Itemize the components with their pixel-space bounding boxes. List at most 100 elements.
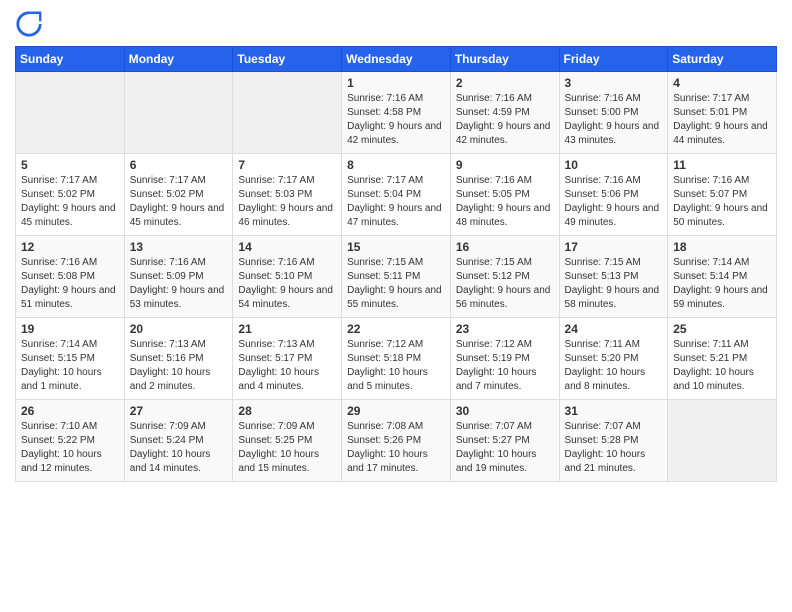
cell-details: Sunrise: 7:16 AM Sunset: 5:00 PM Dayligh… <box>565 92 663 148</box>
day-number: 10 <box>565 158 663 172</box>
day-header-wednesday: Wednesday <box>342 47 451 72</box>
cell-details: Sunrise: 7:15 AM Sunset: 5:11 PM Dayligh… <box>347 256 445 312</box>
day-header-friday: Friday <box>559 47 668 72</box>
day-number: 12 <box>21 240 119 254</box>
day-number: 13 <box>130 240 228 254</box>
cell-details: Sunrise: 7:11 AM Sunset: 5:20 PM Dayligh… <box>565 338 663 394</box>
day-number: 19 <box>21 322 119 336</box>
cell-details: Sunrise: 7:11 AM Sunset: 5:21 PM Dayligh… <box>673 338 771 394</box>
day-number: 21 <box>238 322 336 336</box>
calendar-cell: 16Sunrise: 7:15 AM Sunset: 5:12 PM Dayli… <box>450 236 559 318</box>
day-header-thursday: Thursday <box>450 47 559 72</box>
calendar-cell: 11Sunrise: 7:16 AM Sunset: 5:07 PM Dayli… <box>668 154 777 236</box>
day-header-sunday: Sunday <box>16 47 125 72</box>
calendar-cell: 21 Sunrise: 7:13 AM Sunset: 5:17 PM Dayli… <box>233 318 342 400</box>
calendar-cell: 29Sunrise: 7:08 AM Sunset: 5:26 PM Dayli… <box>342 400 451 482</box>
logo <box>15 10 47 38</box>
cell-details: Sunrise: 7:10 AM Sunset: 5:22 PM Dayligh… <box>21 420 119 476</box>
calendar-cell: 9Sunrise: 7:16 AM Sunset: 5:05 PM Daylig… <box>450 154 559 236</box>
cell-details: Sunrise: 7:13 AM Sunset: 5:17 PM Dayligh… <box>238 338 336 394</box>
cell-details: Sunrise: 7:07 AM Sunset: 5:27 PM Dayligh… <box>456 420 554 476</box>
calendar-cell: 13 Sunrise: 7:16 AM Sunset: 5:09 PM Dayli… <box>124 236 233 318</box>
calendar-week-row: 26 Sunrise: 7:10 AM Sunset: 5:22 PM Dayli… <box>16 400 777 482</box>
calendar-cell: 2 Sunrise: 7:16 AM Sunset: 4:59 PM Daylig… <box>450 72 559 154</box>
day-number: 23 <box>456 322 554 336</box>
calendar-cell: 26 Sunrise: 7:10 AM Sunset: 5:22 PM Dayli… <box>16 400 125 482</box>
calendar-cell: 14Sunrise: 7:16 AM Sunset: 5:10 PM Dayli… <box>233 236 342 318</box>
day-number: 22 <box>347 322 445 336</box>
day-number: 18 <box>673 240 771 254</box>
day-number: 30 <box>456 404 554 418</box>
calendar-cell: 24 Sunrise: 7:11 AM Sunset: 5:20 PM Dayli… <box>559 318 668 400</box>
calendar-cell: 22 Sunrise: 7:12 AM Sunset: 5:18 PM Dayli… <box>342 318 451 400</box>
calendar-cell: 30 Sunrise: 7:07 AM Sunset: 5:27 PM Dayli… <box>450 400 559 482</box>
calendar-cell <box>668 400 777 482</box>
calendar-cell: 8Sunrise: 7:17 AM Sunset: 5:04 PM Daylig… <box>342 154 451 236</box>
day-number: 27 <box>130 404 228 418</box>
day-number: 15 <box>347 240 445 254</box>
cell-details: Sunrise: 7:16 AM Sunset: 5:06 PM Dayligh… <box>565 174 663 230</box>
cell-details: Sunrise: 7:07 AM Sunset: 5:28 PM Dayligh… <box>565 420 663 476</box>
calendar-cell <box>16 72 125 154</box>
cell-details: Sunrise: 7:16 AM Sunset: 4:59 PM Dayligh… <box>456 92 554 148</box>
day-number: 17 <box>565 240 663 254</box>
cell-details: Sunrise: 7:12 AM Sunset: 5:19 PM Dayligh… <box>456 338 554 394</box>
cell-details: Sunrise: 7:15 AM Sunset: 5:12 PM Dayligh… <box>456 256 554 312</box>
cell-details: Sunrise: 7:17 AM Sunset: 5:01 PM Dayligh… <box>673 92 771 148</box>
day-number: 28 <box>238 404 336 418</box>
cell-details: Sunrise: 7:12 AM Sunset: 5:18 PM Dayligh… <box>347 338 445 394</box>
day-number: 8 <box>347 158 445 172</box>
calendar-cell: 10 Sunrise: 7:16 AM Sunset: 5:06 PM Dayli… <box>559 154 668 236</box>
calendar-cell: 7 Sunrise: 7:17 AM Sunset: 5:03 PM Daylig… <box>233 154 342 236</box>
calendar-cell: 18 Sunrise: 7:14 AM Sunset: 5:14 PM Dayli… <box>668 236 777 318</box>
day-number: 14 <box>238 240 336 254</box>
calendar-cell <box>124 72 233 154</box>
calendar-cell: 4 Sunrise: 7:17 AM Sunset: 5:01 PM Daylig… <box>668 72 777 154</box>
day-number: 4 <box>673 76 771 90</box>
day-header-tuesday: Tuesday <box>233 47 342 72</box>
day-number: 20 <box>130 322 228 336</box>
cell-details: Sunrise: 7:17 AM Sunset: 5:02 PM Dayligh… <box>130 174 228 230</box>
day-header-saturday: Saturday <box>668 47 777 72</box>
day-header-monday: Monday <box>124 47 233 72</box>
cell-details: Sunrise: 7:16 AM Sunset: 4:58 PM Dayligh… <box>347 92 445 148</box>
cell-details: Sunrise: 7:16 AM Sunset: 5:08 PM Dayligh… <box>21 256 119 312</box>
cell-details: Sunrise: 7:16 AM Sunset: 5:07 PM Dayligh… <box>673 174 771 230</box>
cell-details: Sunrise: 7:17 AM Sunset: 5:02 PM Dayligh… <box>21 174 119 230</box>
cell-details: Sunrise: 7:14 AM Sunset: 5:14 PM Dayligh… <box>673 256 771 312</box>
calendar-week-row: 5 Sunrise: 7:17 AM Sunset: 5:02 PM Daylig… <box>16 154 777 236</box>
calendar-cell: 5 Sunrise: 7:17 AM Sunset: 5:02 PM Daylig… <box>16 154 125 236</box>
page-header <box>15 10 777 38</box>
calendar-cell: 19Sunrise: 7:14 AM Sunset: 5:15 PM Dayli… <box>16 318 125 400</box>
day-number: 31 <box>565 404 663 418</box>
calendar-cell: 27 Sunrise: 7:09 AM Sunset: 5:24 PM Dayli… <box>124 400 233 482</box>
cell-details: Sunrise: 7:09 AM Sunset: 5:24 PM Dayligh… <box>130 420 228 476</box>
cell-details: Sunrise: 7:16 AM Sunset: 5:05 PM Dayligh… <box>456 174 554 230</box>
calendar-cell: 6Sunrise: 7:17 AM Sunset: 5:02 PM Daylig… <box>124 154 233 236</box>
logo-icon <box>15 10 43 38</box>
day-number: 1 <box>347 76 445 90</box>
day-number: 24 <box>565 322 663 336</box>
calendar-cell <box>233 72 342 154</box>
calendar-week-row: 1 Sunrise: 7:16 AM Sunset: 4:58 PM Daylig… <box>16 72 777 154</box>
page-container: SundayMondayTuesdayWednesdayThursdayFrid… <box>0 0 792 612</box>
calendar-header-row: SundayMondayTuesdayWednesdayThursdayFrid… <box>16 47 777 72</box>
cell-details: Sunrise: 7:13 AM Sunset: 5:16 PM Dayligh… <box>130 338 228 394</box>
day-number: 25 <box>673 322 771 336</box>
calendar-cell: 15 Sunrise: 7:15 AM Sunset: 5:11 PM Dayli… <box>342 236 451 318</box>
day-number: 3 <box>565 76 663 90</box>
day-number: 26 <box>21 404 119 418</box>
day-number: 5 <box>21 158 119 172</box>
calendar-week-row: 19Sunrise: 7:14 AM Sunset: 5:15 PM Dayli… <box>16 318 777 400</box>
calendar-cell: 23 Sunrise: 7:12 AM Sunset: 5:19 PM Dayli… <box>450 318 559 400</box>
day-number: 29 <box>347 404 445 418</box>
calendar-cell: 1 Sunrise: 7:16 AM Sunset: 4:58 PM Daylig… <box>342 72 451 154</box>
day-number: 7 <box>238 158 336 172</box>
calendar-cell: 3 Sunrise: 7:16 AM Sunset: 5:00 PM Daylig… <box>559 72 668 154</box>
calendar-cell: 25 Sunrise: 7:11 AM Sunset: 5:21 PM Dayli… <box>668 318 777 400</box>
day-number: 2 <box>456 76 554 90</box>
cell-details: Sunrise: 7:17 AM Sunset: 5:03 PM Dayligh… <box>238 174 336 230</box>
calendar-cell: 31 Sunrise: 7:07 AM Sunset: 5:28 PM Dayli… <box>559 400 668 482</box>
calendar-table: SundayMondayTuesdayWednesdayThursdayFrid… <box>15 46 777 482</box>
cell-details: Sunrise: 7:16 AM Sunset: 5:09 PM Dayligh… <box>130 256 228 312</box>
